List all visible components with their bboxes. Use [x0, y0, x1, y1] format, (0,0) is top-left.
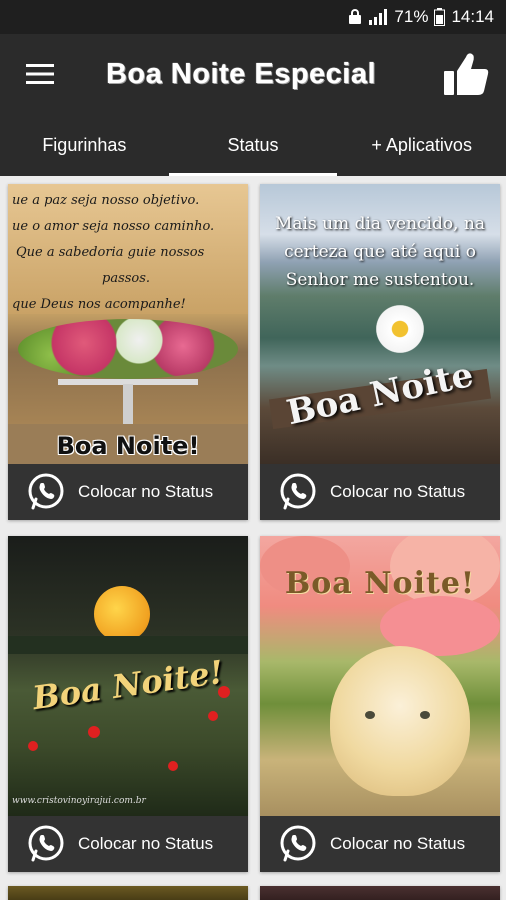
status-image[interactable]: Boa Noite!	[260, 536, 500, 816]
image-text-line: certeza que até aqui o	[284, 242, 476, 262]
clock: 14:14	[451, 7, 494, 26]
whatsapp-icon	[28, 473, 64, 510]
status-image[interactable]: Mais um dia vencido, na certeza que até …	[260, 184, 500, 464]
signal-icon	[368, 9, 388, 25]
image-text-line: ue a paz seja nosso objetivo.	[12, 193, 200, 208]
image-text-line: Senhor me sustentou.	[285, 270, 475, 290]
tab-bar: Figurinhas Status + Aplicativos	[0, 114, 506, 176]
menu-button[interactable]	[0, 34, 80, 114]
hamburger-icon	[26, 64, 54, 84]
status-image[interactable]	[260, 886, 500, 900]
set-status-label: Colocar no Status	[78, 482, 214, 501]
status-card	[8, 886, 248, 900]
image-footer: www.cristovinoyirajui.com.br	[12, 796, 146, 806]
image-text-line: Que a sabedoria guie nossos	[16, 245, 205, 260]
image-caption: Boa Noite!	[30, 652, 226, 718]
status-image[interactable]	[8, 886, 248, 900]
image-text-line: ue o amor seja nosso caminho.	[12, 219, 215, 234]
image-text-line: Mais um dia vencido, na	[274, 214, 486, 234]
set-status-button[interactable]: Colocar no Status	[260, 816, 500, 872]
image-text-line: que Deus nos acompanhe!	[12, 297, 186, 312]
battery-percentage: 71%	[394, 7, 429, 26]
set-status-button[interactable]: Colocar no Status	[8, 464, 248, 520]
status-card: ue a paz seja nosso objetivo. ue o amor …	[8, 184, 248, 520]
status-card	[260, 886, 500, 900]
app-title: Boa Noite Especial	[105, 57, 377, 90]
whatsapp-icon	[28, 825, 64, 862]
whatsapp-icon	[280, 825, 316, 862]
status-image[interactable]: Boa Noite! www.cristovinoyirajui.com.br	[8, 536, 248, 816]
tab-figurinhas[interactable]: Figurinhas	[0, 114, 169, 176]
status-image[interactable]: ue a paz seja nosso objetivo. ue o amor …	[8, 184, 248, 464]
image-caption: Boa Noite!	[56, 432, 200, 460]
status-bar: 71% 14:14	[0, 0, 506, 34]
status-grid: ue a paz seja nosso objetivo. ue o amor …	[0, 176, 506, 900]
thumbs-up-icon	[444, 53, 489, 95]
set-status-label: Colocar no Status	[78, 834, 214, 853]
like-button[interactable]	[426, 34, 506, 114]
status-card: Boa Noite! Colocar no Status	[260, 536, 500, 872]
set-status-button[interactable]: Colocar no Status	[8, 816, 248, 872]
whatsapp-icon	[280, 473, 316, 510]
set-status-button[interactable]: Colocar no Status	[260, 464, 500, 520]
tab-status[interactable]: Status	[168, 114, 338, 176]
lock-icon	[348, 9, 362, 25]
image-caption: Boa Noite	[283, 354, 477, 434]
status-card: Boa Noite! www.cristovinoyirajui.com.br …	[8, 536, 248, 872]
image-caption: Boa Noite!	[284, 566, 476, 601]
set-status-label: Colocar no Status	[330, 834, 466, 853]
set-status-label: Colocar no Status	[330, 482, 466, 501]
status-card: Mais um dia vencido, na certeza que até …	[260, 184, 500, 520]
tab-aplicativos[interactable]: + Aplicativos	[337, 114, 506, 176]
app-bar: Boa Noite Especial	[0, 34, 506, 114]
battery-icon	[434, 8, 446, 26]
image-text-line: passos.	[102, 271, 151, 286]
